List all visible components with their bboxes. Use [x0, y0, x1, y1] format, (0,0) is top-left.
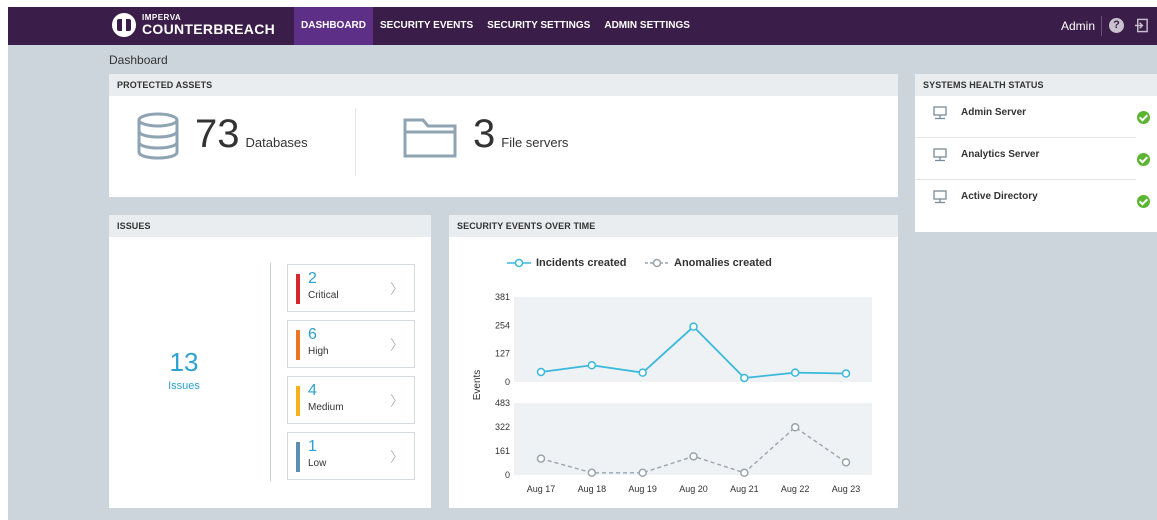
- health-row-admin-server[interactable]: Admin Server: [915, 96, 1150, 138]
- severity-bar: [296, 330, 300, 360]
- databases-count: 73: [195, 112, 240, 156]
- nav-admin-settings[interactable]: ADMIN SETTINGS: [597, 7, 697, 45]
- systems-health-panel: SYSTEMS HEALTH STATUS Admin Server Analy…: [915, 74, 1157, 232]
- panel-title: SYSTEMS HEALTH STATUS: [915, 74, 1157, 96]
- issues-total-count: 13: [169, 347, 199, 377]
- severity-low[interactable]: 1 Low 〉: [287, 432, 415, 480]
- server-icon: [933, 190, 947, 204]
- issues-panel: ISSUES 13 Issues 2 Critical 〉 6 High 〉 4…: [109, 215, 431, 508]
- database-icon: [137, 112, 179, 160]
- severity-count: 4: [308, 382, 317, 399]
- file-servers-label: File servers: [501, 135, 569, 150]
- data-point: [740, 468, 749, 478]
- brand-logo[interactable]: IMPERVA COUNTERBREACH: [112, 11, 276, 41]
- issues-total[interactable]: 13 Issues: [149, 347, 219, 392]
- x-tick-label: Aug 19: [628, 484, 657, 494]
- databases-label: Databases: [245, 135, 308, 150]
- databases-stat[interactable]: 73 Databases: [195, 112, 308, 157]
- data-point: [689, 322, 698, 331]
- user-menu[interactable]: Admin: [1061, 19, 1095, 33]
- y-tick-label: 483: [495, 398, 510, 408]
- data-point: [536, 454, 546, 463]
- nav-dashboard[interactable]: DASHBOARD: [294, 7, 373, 45]
- x-tick-label: Aug 20: [679, 484, 708, 494]
- health-label: Admin Server: [961, 107, 1027, 118]
- data-point: [689, 452, 698, 461]
- x-tick-label: Aug 21: [730, 484, 759, 494]
- file-servers-stat[interactable]: 3 File servers: [473, 112, 568, 157]
- severity-bar: [296, 274, 300, 304]
- health-label: Active Directory: [961, 191, 1038, 202]
- y-tick-label: 254: [495, 320, 510, 330]
- help-icon[interactable]: ?: [1109, 18, 1124, 33]
- check-circle-icon: [1137, 111, 1150, 124]
- severity-label: Medium: [308, 402, 344, 413]
- severity-bar: [296, 386, 300, 416]
- y-tick-label: 322: [495, 422, 510, 432]
- panel-title: PROTECTED ASSETS: [109, 74, 898, 96]
- server-icon: [933, 148, 947, 162]
- y-tick-label: 0: [505, 377, 510, 387]
- y-tick-label: 381: [495, 292, 510, 302]
- x-tick-label: Aug 23: [832, 484, 861, 494]
- y-tick-label: 127: [495, 349, 510, 359]
- y-axis-label: Events: [472, 370, 483, 401]
- health-row-active-directory[interactable]: Active Directory: [915, 180, 1150, 222]
- severity-bar: [296, 442, 300, 472]
- severity-label: High: [308, 346, 329, 357]
- severity-count: 6: [308, 326, 317, 343]
- main-nav: DASHBOARD SECURITY EVENTS SECURITY SETTI…: [294, 7, 697, 45]
- nav-security-settings[interactable]: SECURITY SETTINGS: [480, 7, 597, 45]
- breadcrumb[interactable]: Dashboard: [109, 53, 168, 67]
- chevron-right-icon: 〉: [390, 393, 404, 409]
- x-tick-label: Aug 18: [578, 484, 607, 494]
- imperva-logo-icon: [112, 13, 136, 37]
- app-frame: IMPERVA COUNTERBREACH DASHBOARD SECURITY…: [8, 7, 1157, 520]
- folder-icon: [403, 118, 457, 158]
- health-row-analytics-server[interactable]: Analytics Server: [915, 138, 1150, 180]
- severity-label: Critical: [308, 290, 339, 301]
- logout-icon[interactable]: [1134, 18, 1149, 33]
- file-servers-count: 3: [473, 112, 496, 156]
- severity-count: 1: [308, 438, 317, 455]
- data-point: [740, 373, 749, 383]
- security-events-panel: SECURITY EVENTS OVER TIME Incidents crea…: [449, 215, 898, 508]
- server-icon: [933, 106, 947, 120]
- data-point: [587, 361, 597, 370]
- top-bar: IMPERVA COUNTERBREACH DASHBOARD SECURITY…: [8, 7, 1157, 45]
- data-point: [790, 368, 800, 377]
- issues-total-label: Issues: [168, 380, 200, 392]
- data-point: [841, 369, 851, 378]
- plot-area-1: [514, 403, 872, 475]
- y-tick-label: 161: [495, 446, 510, 456]
- brand-name: COUNTERBREACH: [142, 21, 276, 37]
- severity-count: 2: [308, 270, 317, 287]
- health-label: Analytics Server: [961, 149, 1040, 160]
- chevron-right-icon: 〉: [390, 449, 404, 465]
- severity-label: Low: [308, 458, 327, 469]
- y-tick-label: 0: [505, 470, 510, 480]
- chevron-right-icon: 〉: [390, 337, 404, 353]
- data-point: [841, 458, 851, 467]
- x-tick-label: Aug 17: [527, 484, 556, 494]
- assets-divider: [355, 108, 356, 176]
- topbar-divider: [1101, 16, 1102, 36]
- severity-critical[interactable]: 2 Critical 〉: [287, 264, 415, 312]
- issues-divider: [270, 263, 271, 481]
- severity-high[interactable]: 6 High 〉: [287, 320, 415, 368]
- panel-title: ISSUES: [109, 215, 431, 237]
- severity-medium[interactable]: 4 Medium 〉: [287, 376, 415, 424]
- data-point: [638, 368, 647, 377]
- events-chart: 381 254 127 0 483 322 161 0 Aug 17 Aug 18 Aug 19 Au…: [472, 292, 872, 494]
- data-point: [638, 468, 647, 478]
- check-circle-icon: [1137, 153, 1150, 166]
- data-point: [536, 367, 546, 377]
- data-point: [790, 423, 800, 432]
- data-point: [587, 468, 597, 478]
- check-circle-icon: [1137, 195, 1150, 208]
- x-tick-label: Aug 22: [781, 484, 810, 494]
- chevron-right-icon: 〉: [390, 281, 404, 297]
- nav-security-events[interactable]: SECURITY EVENTS: [373, 7, 480, 45]
- protected-assets-panel: PROTECTED ASSETS 73 Databases 3 File ser…: [109, 74, 898, 197]
